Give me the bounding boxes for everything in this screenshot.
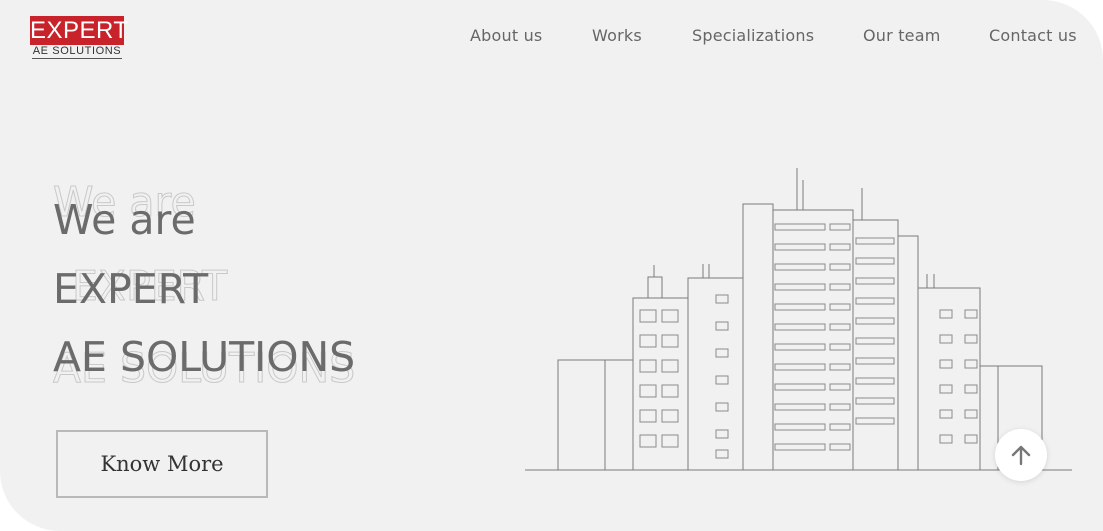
- building-illustration: [525, 168, 1072, 471]
- arrow-up-icon: [1011, 445, 1031, 466]
- nav-about-us[interactable]: About us: [470, 26, 542, 45]
- know-more-button[interactable]: Know More: [56, 430, 268, 498]
- main-nav: About us Works Specializations Our team …: [0, 26, 1103, 50]
- nav-our-team[interactable]: Our team: [863, 26, 941, 45]
- nav-contact-us[interactable]: Contact us: [989, 26, 1077, 45]
- scroll-to-top-button[interactable]: [995, 429, 1047, 481]
- nav-works[interactable]: Works: [592, 26, 642, 45]
- page-frame: EXPERT AE SOLUTIONS About us Works Speci…: [0, 0, 1103, 531]
- hero-line-expert: EXPERT: [53, 265, 209, 313]
- hero-line-ae-solutions: AE SOLUTIONS: [53, 333, 356, 381]
- nav-specializations[interactable]: Specializations: [692, 26, 814, 45]
- hero-line-we-are: We are: [53, 196, 196, 244]
